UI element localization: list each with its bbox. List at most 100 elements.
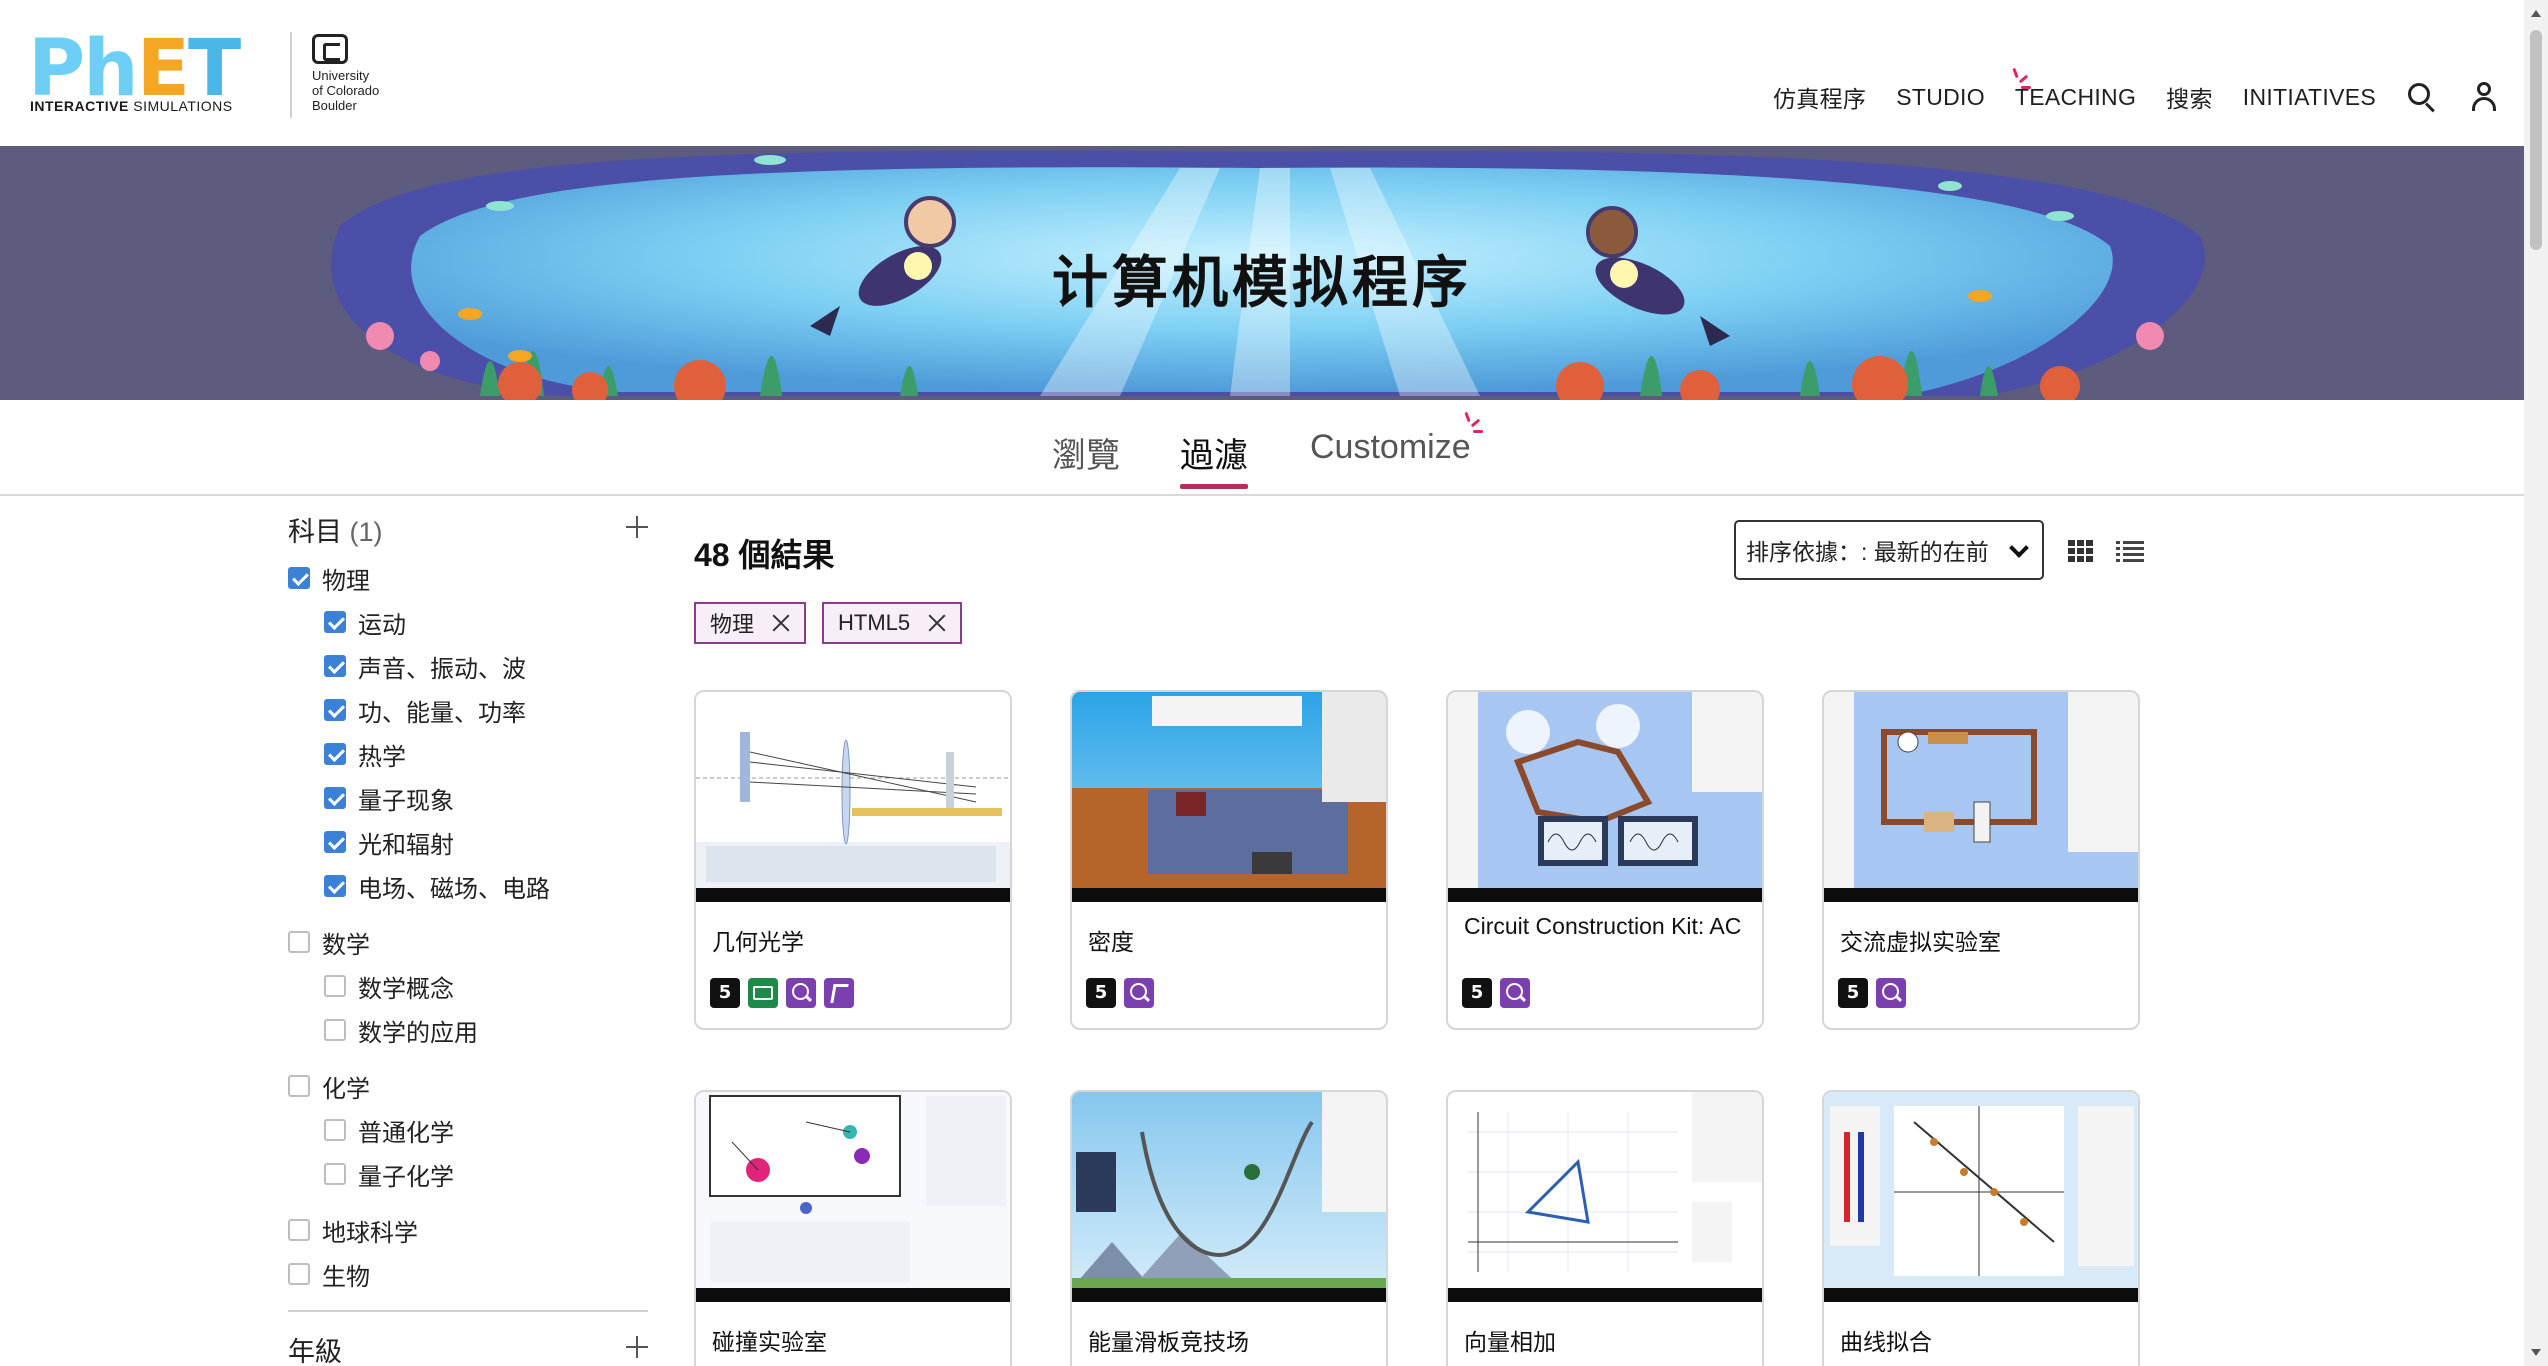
sim-feature-icons — [710, 978, 854, 1008]
expand-plus-icon[interactable] — [626, 516, 648, 538]
sim-thumbnail — [1448, 692, 1762, 902]
sim-thumbnail — [1072, 692, 1386, 902]
nav-initiatives[interactable]: INITIATIVES — [2243, 84, 2376, 111]
sim-thumbnail — [1824, 692, 2138, 902]
sim-title: 向量相加 — [1464, 1329, 1556, 1355]
checkbox-general-chemistry[interactable]: 普通化学 — [288, 1108, 648, 1152]
zoom-icon — [1876, 978, 1906, 1008]
nav-teaching[interactable]: TEACHING — [2015, 84, 2136, 111]
zoom-icon — [786, 978, 816, 1008]
html5-icon — [1086, 978, 1116, 1008]
checkbox-box[interactable] — [288, 931, 310, 953]
sim-thumbnail — [1824, 1092, 2138, 1302]
checkbox-math[interactable]: 数学 — [288, 920, 648, 964]
checkbox-electricity[interactable]: 电场、磁场、电路 — [288, 864, 648, 908]
sim-card[interactable]: 碰撞实验室 — [694, 1090, 1012, 1366]
checkbox-box[interactable] — [324, 787, 346, 809]
tab-customize[interactable]: Customize — [1310, 411, 1483, 467]
sim-card[interactable]: 几何光学 — [694, 690, 1012, 1030]
nav-simulations[interactable]: 仿真程序 — [1773, 80, 1866, 114]
sim-card[interactable]: 能量滑板竞技场 — [1070, 1090, 1388, 1366]
banner-title: 计算机模拟程序 — [1052, 251, 1472, 316]
checkbox-physics[interactable]: 物理 — [288, 556, 648, 600]
pointer-icon — [824, 978, 854, 1008]
view-tabs: 瀏覽 過濾 Customize — [0, 400, 2524, 496]
sim-feature-icons — [1462, 978, 1530, 1008]
subject-facet-header[interactable]: 科目 (1) — [288, 510, 648, 556]
tab-filter[interactable]: 過濾 — [1180, 428, 1248, 489]
scroll-down-icon[interactable] — [2531, 1349, 2541, 1356]
checkbox-box[interactable] — [288, 1219, 310, 1241]
checkbox-biology[interactable]: 生物 — [288, 1252, 648, 1296]
checkbox-quantum[interactable]: 量子现象 — [288, 776, 648, 820]
checkbox-work-energy[interactable]: 功、能量、功率 — [288, 688, 648, 732]
user-icon[interactable] — [2468, 81, 2500, 113]
filter-chip-physics[interactable]: 物理 — [694, 602, 807, 644]
nav-search[interactable]: 搜索 — [2166, 80, 2213, 114]
sim-title: 曲线拟合 — [1840, 1329, 1932, 1355]
chevron-down-icon — [2009, 538, 2029, 558]
checkbox-sound-waves[interactable]: 声音、振动、波 — [288, 644, 648, 688]
sort-select[interactable]: 排序依據：: 最新的在前 — [1734, 520, 2044, 580]
sim-feature-icons — [1838, 978, 1906, 1008]
sim-card[interactable]: 向量相加 — [1446, 1090, 1764, 1366]
search-icon[interactable] — [2406, 81, 2438, 113]
checkbox-box[interactable] — [324, 831, 346, 853]
checkbox-box[interactable] — [324, 1119, 346, 1141]
sim-card[interactable]: Circuit Construction Kit: AC — [1446, 690, 1764, 1030]
checkbox-chemistry[interactable]: 化学 — [288, 1064, 648, 1108]
zoom-icon — [1124, 978, 1154, 1008]
active-filter-chips: 物理 HTML5 — [694, 602, 963, 644]
page-scrollbar[interactable] — [2524, 0, 2548, 1366]
sim-thumbnail — [696, 1092, 1010, 1302]
hero-banner: 计算机模拟程序 — [0, 146, 2524, 400]
grade-facet-header[interactable]: 年級 — [288, 1330, 648, 1366]
checkbox-box[interactable] — [324, 975, 346, 997]
checkbox-box[interactable] — [324, 743, 346, 765]
sidebar-divider — [288, 1310, 648, 1312]
sim-title: 碰撞实验室 — [712, 1329, 827, 1355]
logo-subtitle: INTERACTIVE SIMULATIONS — [30, 98, 233, 114]
cu-boulder-logo: University of Colorado Boulder — [312, 34, 402, 113]
checkbox-motion[interactable]: 运动 — [288, 600, 648, 644]
sim-title: 密度 — [1088, 929, 1134, 955]
site-header: PhET INTERACTIVE SIMULATIONS University … — [0, 0, 2524, 146]
sim-feature-icons — [1086, 978, 1154, 1008]
checkbox-box[interactable] — [288, 1263, 310, 1285]
filter-chip-html5[interactable]: HTML5 — [822, 602, 963, 644]
scroll-thumb[interactable] — [2530, 30, 2542, 250]
checkbox-light[interactable]: 光和辐射 — [288, 820, 648, 864]
expand-plus-icon[interactable] — [626, 1336, 648, 1358]
checkbox-box[interactable] — [288, 567, 310, 589]
cu-mark-icon — [312, 34, 348, 64]
checkbox-box[interactable] — [324, 699, 346, 721]
sim-card[interactable]: 交流虚拟实验室 — [1822, 690, 2140, 1030]
checkbox-box[interactable] — [288, 1075, 310, 1097]
tab-browse[interactable]: 瀏覽 — [1052, 428, 1120, 477]
sim-title: 能量滑板竞技场 — [1088, 1329, 1249, 1355]
nav-studio[interactable]: STUDIO — [1896, 67, 2032, 111]
checkbox-earth-science[interactable]: 地球科学 — [288, 1208, 648, 1252]
checkbox-box[interactable] — [324, 655, 346, 677]
checkbox-heat[interactable]: 热学 — [288, 732, 648, 776]
logo-divider — [290, 32, 292, 118]
close-icon[interactable] — [772, 614, 790, 632]
sim-card[interactable]: 密度 — [1070, 690, 1388, 1030]
checkbox-box[interactable] — [324, 1019, 346, 1041]
close-icon[interactable] — [928, 614, 946, 632]
checkbox-box[interactable] — [324, 875, 346, 897]
results-count: 48 個結果 — [694, 537, 835, 573]
checkbox-math-applications[interactable]: 数学的应用 — [288, 1008, 648, 1052]
phet-logo[interactable]: PhET INTERACTIVE SIMULATIONS University … — [28, 28, 379, 118]
sim-thumbnail — [1072, 1092, 1386, 1302]
checkbox-quantum-chemistry[interactable]: 量子化学 — [288, 1152, 648, 1196]
grid-view-icon[interactable] — [2068, 540, 2094, 562]
checkbox-box[interactable] — [324, 611, 346, 633]
sim-title: 几何光学 — [712, 929, 804, 955]
checkbox-box[interactable] — [324, 1163, 346, 1185]
scroll-up-icon[interactable] — [2531, 10, 2541, 17]
sim-thumbnail — [696, 692, 1010, 902]
sim-card[interactable]: 曲线拟合 — [1822, 1090, 2140, 1366]
list-view-icon[interactable] — [2116, 540, 2144, 562]
checkbox-math-concepts[interactable]: 数学概念 — [288, 964, 648, 1008]
